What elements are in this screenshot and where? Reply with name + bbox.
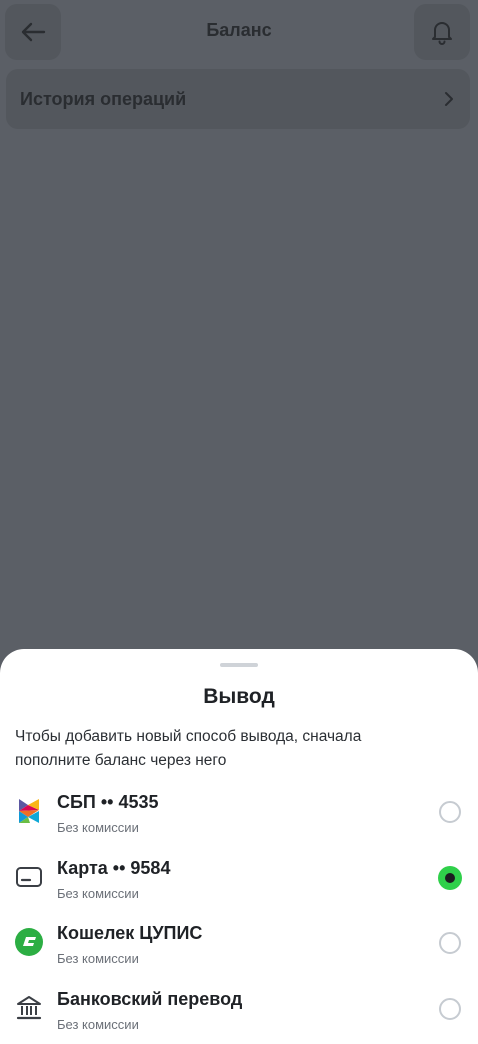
radio-sbp[interactable] bbox=[439, 801, 461, 823]
history-button[interactable]: История операций bbox=[6, 69, 470, 129]
withdraw-methods-list: СБП •• 4535 Без комиссии Карта •• 9584 Б… bbox=[0, 780, 478, 1042]
method-subtitle: Без комиссии bbox=[57, 1016, 139, 1032]
method-name: Банковский перевод bbox=[57, 988, 243, 1009]
bank-icon bbox=[14, 993, 44, 1023]
method-subtitle: Без комиссии bbox=[57, 820, 139, 835]
notifications-button[interactable] bbox=[414, 4, 470, 60]
chevron-right-icon bbox=[445, 92, 453, 106]
sheet-drag-handle[interactable] bbox=[220, 663, 258, 667]
radio-bank-transfer[interactable] bbox=[439, 997, 461, 1020]
radio-card-selected[interactable] bbox=[438, 865, 462, 890]
page-title: Баланс bbox=[206, 20, 272, 40]
radio-dot bbox=[445, 872, 455, 883]
withdraw-bottom-sheet: Вывод Чтобы добавить новый способ вывода… bbox=[0, 649, 478, 1044]
top-bar: Баланс bbox=[0, 0, 478, 62]
radio-cupis[interactable] bbox=[439, 932, 461, 954]
method-name: Карта •• 9584 bbox=[57, 857, 171, 878]
cupis-wallet-icon bbox=[14, 927, 44, 957]
method-name: Кошелек ЦУПИС bbox=[57, 923, 203, 943]
method-subtitle: Без комиссии bbox=[57, 951, 139, 966]
method-sbp[interactable]: СБП •• 4535 Без комиссии bbox=[0, 780, 478, 846]
method-card[interactable]: Карта •• 9584 Без комиссии bbox=[0, 846, 478, 912]
sheet-description: Чтобы добавить новый способ вывода, снач… bbox=[15, 728, 362, 769]
history-label: История операций bbox=[20, 88, 187, 109]
card-icon bbox=[14, 862, 44, 892]
method-cupis-wallet[interactable]: Кошелек ЦУПИС Без комиссии bbox=[0, 911, 478, 977]
method-name: СБП •• 4535 bbox=[57, 792, 159, 812]
method-subtitle: Без комиссии bbox=[57, 885, 139, 901]
method-bank-transfer[interactable]: Банковский перевод Без комиссии bbox=[0, 977, 478, 1043]
bell-icon bbox=[432, 22, 452, 45]
sbp-logo-icon bbox=[14, 796, 44, 826]
sheet-title: Вывод bbox=[203, 685, 275, 708]
